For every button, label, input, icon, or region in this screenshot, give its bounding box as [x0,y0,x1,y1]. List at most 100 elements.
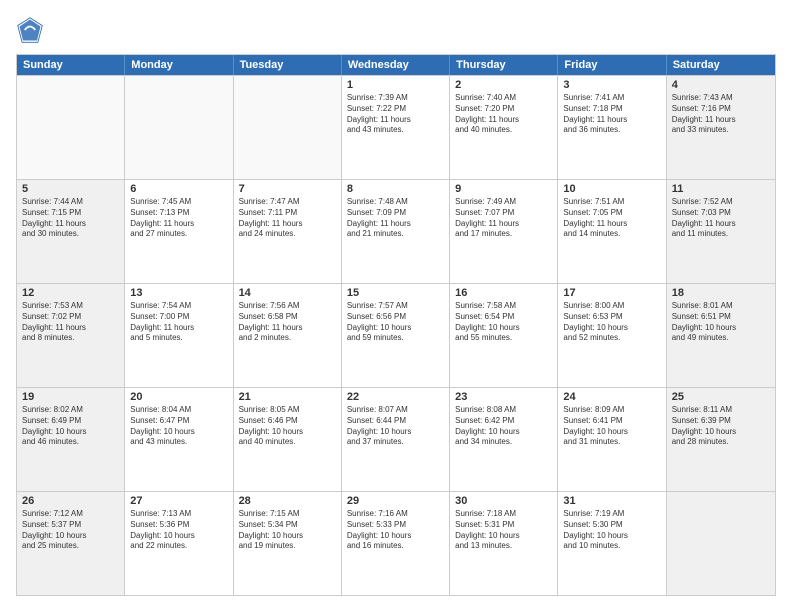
weekday-header: Monday [125,55,233,75]
day-number: 9 [455,183,552,195]
cell-info: Sunrise: 8:08 AM Sunset: 6:42 PM Dayligh… [455,405,552,448]
calendar-row: 19 Sunrise: 8:02 AM Sunset: 6:49 PM Dayli… [17,387,775,491]
calendar-cell: 25 Sunrise: 8:11 AM Sunset: 6:39 PM Dayli… [667,388,775,491]
day-number: 25 [672,391,770,403]
calendar-cell: 2Sunrise: 7:40 AM Sunset: 7:20 PM Daylig… [450,76,558,179]
calendar-cell: 7 Sunrise: 7:47 AM Sunset: 7:11 PM Daylig… [234,180,342,283]
calendar-header: SundayMondayTuesdayWednesdayThursdayFrid… [17,55,775,75]
cell-info: Sunrise: 7:54 AM Sunset: 7:00 PM Dayligh… [130,301,227,344]
day-number: 14 [239,287,336,299]
day-number: 30 [455,495,552,507]
cell-info: Sunrise: 7:56 AM Sunset: 6:58 PM Dayligh… [239,301,336,344]
day-number: 21 [239,391,336,403]
calendar-cell: 21 Sunrise: 8:05 AM Sunset: 6:46 PM Dayli… [234,388,342,491]
calendar-cell: 19 Sunrise: 8:02 AM Sunset: 6:49 PM Dayli… [17,388,125,491]
calendar-cell: 18 Sunrise: 8:01 AM Sunset: 6:51 PM Dayli… [667,284,775,387]
cell-info: Sunrise: 7:45 AM Sunset: 7:13 PM Dayligh… [130,197,227,240]
day-number: 4 [672,79,770,91]
calendar-cell: 17 Sunrise: 8:00 AM Sunset: 6:53 PM Dayli… [558,284,666,387]
calendar-cell: 29 Sunrise: 7:16 AM Sunset: 5:33 PM Dayli… [342,492,450,595]
calendar-cell: 27 Sunrise: 7:13 AM Sunset: 5:36 PM Dayli… [125,492,233,595]
calendar-cell: 14 Sunrise: 7:56 AM Sunset: 6:58 PM Dayli… [234,284,342,387]
calendar-cell [234,76,342,179]
cell-info: Sunrise: 8:07 AM Sunset: 6:44 PM Dayligh… [347,405,444,448]
calendar-cell: 30 Sunrise: 7:18 AM Sunset: 5:31 PM Dayli… [450,492,558,595]
cell-info: Sunrise: 7:43 AM Sunset: 7:16 PM Dayligh… [672,93,770,136]
day-number: 20 [130,391,227,403]
logo [16,16,48,44]
calendar-cell: 1Sunrise: 7:39 AM Sunset: 7:22 PM Daylig… [342,76,450,179]
calendar-cell: 13 Sunrise: 7:54 AM Sunset: 7:00 PM Dayli… [125,284,233,387]
day-number: 5 [22,183,119,195]
cell-info: Sunrise: 7:19 AM Sunset: 5:30 PM Dayligh… [563,509,660,552]
day-number: 24 [563,391,660,403]
calendar: SundayMondayTuesdayWednesdayThursdayFrid… [16,54,776,596]
calendar-cell: 5Sunrise: 7:44 AM Sunset: 7:15 PM Daylig… [17,180,125,283]
day-number: 17 [563,287,660,299]
cell-info: Sunrise: 7:16 AM Sunset: 5:33 PM Dayligh… [347,509,444,552]
cell-info: Sunrise: 7:53 AM Sunset: 7:02 PM Dayligh… [22,301,119,344]
day-number: 27 [130,495,227,507]
calendar-cell: 31 Sunrise: 7:19 AM Sunset: 5:30 PM Dayli… [558,492,666,595]
calendar-row: 12 Sunrise: 7:53 AM Sunset: 7:02 PM Dayli… [17,283,775,387]
day-number: 6 [130,183,227,195]
calendar-row: 1Sunrise: 7:39 AM Sunset: 7:22 PM Daylig… [17,75,775,179]
day-number: 29 [347,495,444,507]
cell-info: Sunrise: 7:12 AM Sunset: 5:37 PM Dayligh… [22,509,119,552]
calendar-cell: 16Sunrise: 7:58 AM Sunset: 6:54 PM Dayli… [450,284,558,387]
day-number: 16 [455,287,552,299]
calendar-cell [17,76,125,179]
calendar-cell: 11 Sunrise: 7:52 AM Sunset: 7:03 PM Dayli… [667,180,775,283]
calendar-cell: 20 Sunrise: 8:04 AM Sunset: 6:47 PM Dayli… [125,388,233,491]
cell-info: Sunrise: 7:52 AM Sunset: 7:03 PM Dayligh… [672,197,770,240]
cell-info: Sunrise: 8:05 AM Sunset: 6:46 PM Dayligh… [239,405,336,448]
calendar-cell: 10 Sunrise: 7:51 AM Sunset: 7:05 PM Dayli… [558,180,666,283]
weekday-header: Friday [558,55,666,75]
day-number: 23 [455,391,552,403]
cell-info: Sunrise: 8:02 AM Sunset: 6:49 PM Dayligh… [22,405,119,448]
cell-info: Sunrise: 7:51 AM Sunset: 7:05 PM Dayligh… [563,197,660,240]
day-number: 22 [347,391,444,403]
weekday-header: Wednesday [342,55,450,75]
calendar-cell: 26 Sunrise: 7:12 AM Sunset: 5:37 PM Dayli… [17,492,125,595]
day-number: 26 [22,495,119,507]
calendar-cell: 23 Sunrise: 8:08 AM Sunset: 6:42 PM Dayli… [450,388,558,491]
day-number: 28 [239,495,336,507]
calendar-cell: 9 Sunrise: 7:49 AM Sunset: 7:07 PM Daylig… [450,180,558,283]
calendar-cell: 28 Sunrise: 7:15 AM Sunset: 5:34 PM Dayli… [234,492,342,595]
cell-info: Sunrise: 8:11 AM Sunset: 6:39 PM Dayligh… [672,405,770,448]
day-number: 11 [672,183,770,195]
day-number: 13 [130,287,227,299]
day-number: 18 [672,287,770,299]
day-number: 8 [347,183,444,195]
day-number: 12 [22,287,119,299]
weekday-header: Tuesday [234,55,342,75]
day-number: 19 [22,391,119,403]
day-number: 3 [563,79,660,91]
cell-info: Sunrise: 7:39 AM Sunset: 7:22 PM Dayligh… [347,93,444,136]
cell-info: Sunrise: 7:57 AM Sunset: 6:56 PM Dayligh… [347,301,444,344]
calendar-cell: 22 Sunrise: 8:07 AM Sunset: 6:44 PM Dayli… [342,388,450,491]
weekday-header: Sunday [17,55,125,75]
cell-info: Sunrise: 8:01 AM Sunset: 6:51 PM Dayligh… [672,301,770,344]
day-number: 7 [239,183,336,195]
cell-info: Sunrise: 7:15 AM Sunset: 5:34 PM Dayligh… [239,509,336,552]
cell-info: Sunrise: 7:48 AM Sunset: 7:09 PM Dayligh… [347,197,444,240]
cell-info: Sunrise: 7:47 AM Sunset: 7:11 PM Dayligh… [239,197,336,240]
logo-icon [16,16,44,44]
cell-info: Sunrise: 8:09 AM Sunset: 6:41 PM Dayligh… [563,405,660,448]
cell-info: Sunrise: 7:18 AM Sunset: 5:31 PM Dayligh… [455,509,552,552]
header [16,16,776,44]
day-number: 31 [563,495,660,507]
calendar-row: 5Sunrise: 7:44 AM Sunset: 7:15 PM Daylig… [17,179,775,283]
cell-info: Sunrise: 7:49 AM Sunset: 7:07 PM Dayligh… [455,197,552,240]
calendar-cell: 8 Sunrise: 7:48 AM Sunset: 7:09 PM Daylig… [342,180,450,283]
day-number: 10 [563,183,660,195]
cell-info: Sunrise: 7:13 AM Sunset: 5:36 PM Dayligh… [130,509,227,552]
cell-info: Sunrise: 8:00 AM Sunset: 6:53 PM Dayligh… [563,301,660,344]
calendar-cell: 15Sunrise: 7:57 AM Sunset: 6:56 PM Dayli… [342,284,450,387]
calendar-row: 26 Sunrise: 7:12 AM Sunset: 5:37 PM Dayli… [17,491,775,595]
cell-info: Sunrise: 7:41 AM Sunset: 7:18 PM Dayligh… [563,93,660,136]
calendar-cell: 4 Sunrise: 7:43 AM Sunset: 7:16 PM Daylig… [667,76,775,179]
cell-info: Sunrise: 8:04 AM Sunset: 6:47 PM Dayligh… [130,405,227,448]
